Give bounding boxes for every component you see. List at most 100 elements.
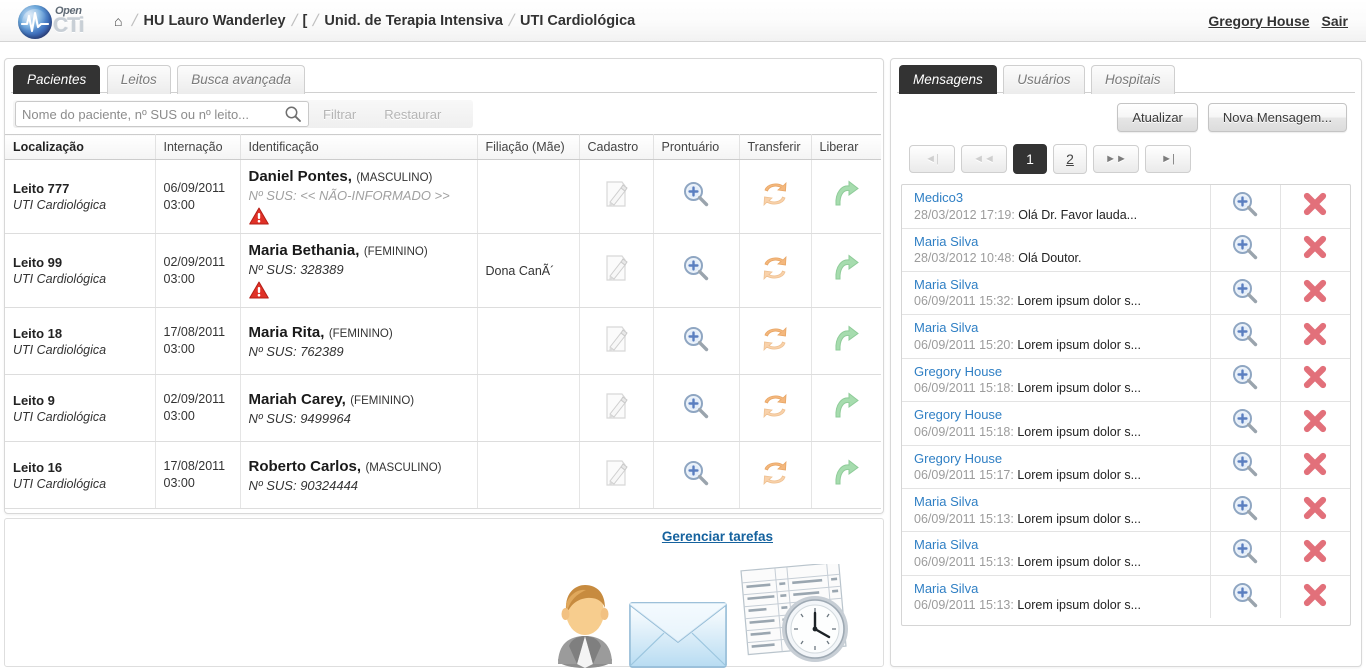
edit-icon[interactable] bbox=[601, 253, 631, 283]
delete-message-button[interactable] bbox=[1301, 190, 1329, 218]
restore-button[interactable]: Restaurar bbox=[370, 107, 455, 122]
tab-busca-avancada[interactable]: Busca avançada bbox=[177, 65, 306, 94]
release-icon[interactable] bbox=[831, 179, 861, 209]
message-view-cell[interactable] bbox=[1209, 271, 1280, 316]
view-message-button[interactable] bbox=[1231, 190, 1259, 218]
list-item[interactable]: Maria Silva 28/03/2012 10:48: Olá Doutor… bbox=[902, 228, 1350, 272]
cell-liberar[interactable] bbox=[811, 159, 881, 234]
list-item[interactable]: Gregory House 06/09/2011 15:18: Lorem ip… bbox=[902, 401, 1350, 446]
message-view-cell[interactable] bbox=[1209, 445, 1280, 490]
message-delete-cell[interactable] bbox=[1279, 401, 1350, 446]
zoom-in-icon[interactable] bbox=[1231, 407, 1259, 435]
transfer-patient-button[interactable] bbox=[760, 253, 790, 283]
message-view-cell[interactable] bbox=[1209, 185, 1280, 229]
zoom-in-icon[interactable] bbox=[1231, 320, 1259, 348]
tab-leitos[interactable]: Leitos bbox=[106, 65, 171, 94]
release-icon[interactable] bbox=[831, 458, 861, 488]
message-view-cell[interactable] bbox=[1209, 401, 1280, 446]
view-message-button[interactable] bbox=[1231, 363, 1259, 391]
view-record-button[interactable] bbox=[682, 325, 710, 353]
refresh-button[interactable]: Atualizar bbox=[1117, 103, 1198, 132]
delete-message-button[interactable] bbox=[1301, 233, 1329, 261]
zoom-in-icon[interactable] bbox=[682, 392, 710, 420]
zoom-in-icon[interactable] bbox=[1231, 363, 1259, 391]
transfer-icon[interactable] bbox=[760, 179, 790, 209]
edit-registration-button[interactable] bbox=[601, 324, 631, 354]
release-icon[interactable] bbox=[831, 324, 861, 354]
view-record-button[interactable] bbox=[682, 254, 710, 282]
message-delete-cell[interactable] bbox=[1279, 185, 1350, 229]
release-patient-button[interactable] bbox=[831, 391, 861, 421]
message-delete-cell[interactable] bbox=[1279, 445, 1350, 490]
list-item[interactable]: Gregory House 06/09/2011 15:17: Lorem ip… bbox=[902, 445, 1350, 490]
view-message-button[interactable] bbox=[1231, 277, 1259, 305]
view-record-button[interactable] bbox=[682, 392, 710, 420]
breadcrumb-item-sector[interactable]: UTI Cardiológica bbox=[520, 13, 635, 29]
transfer-patient-button[interactable] bbox=[760, 458, 790, 488]
delete-message-button[interactable] bbox=[1301, 581, 1329, 609]
cell-cadastro[interactable] bbox=[579, 307, 654, 375]
pager-last-button[interactable]: ►| bbox=[1145, 145, 1191, 173]
cell-transferir[interactable] bbox=[739, 374, 812, 442]
view-message-button[interactable] bbox=[1231, 407, 1259, 435]
cell-cadastro[interactable] bbox=[579, 374, 654, 442]
transfer-patient-button[interactable] bbox=[760, 324, 790, 354]
message-view-cell[interactable] bbox=[1209, 314, 1280, 359]
message-delete-cell[interactable] bbox=[1279, 228, 1350, 272]
edit-icon[interactable] bbox=[601, 179, 631, 209]
tab-pacientes[interactable]: Pacientes bbox=[13, 65, 101, 94]
list-item[interactable]: Maria Silva 06/09/2011 15:20: Lorem ipsu… bbox=[902, 314, 1350, 359]
list-item[interactable]: Maria Silva 06/09/2011 15:32: Lorem ipsu… bbox=[902, 271, 1350, 316]
search-icon[interactable] bbox=[284, 105, 302, 123]
message-view-cell[interactable] bbox=[1209, 488, 1280, 533]
new-message-button[interactable]: Nova Mensagem... bbox=[1207, 103, 1347, 132]
message-view-cell[interactable] bbox=[1209, 531, 1280, 576]
delete-message-button[interactable] bbox=[1301, 277, 1329, 305]
delete-icon[interactable] bbox=[1301, 190, 1329, 218]
view-message-button[interactable] bbox=[1231, 494, 1259, 522]
zoom-in-icon[interactable] bbox=[1231, 233, 1259, 261]
message-sender[interactable]: Medico3 bbox=[914, 189, 1210, 207]
release-patient-button[interactable] bbox=[831, 324, 861, 354]
message-delete-cell[interactable] bbox=[1279, 314, 1350, 359]
edit-registration-button[interactable] bbox=[601, 458, 631, 488]
message-view-cell[interactable] bbox=[1209, 575, 1280, 619]
zoom-in-icon[interactable] bbox=[682, 459, 710, 487]
delete-message-button[interactable] bbox=[1301, 363, 1329, 391]
pager-page-2[interactable]: 2 bbox=[1053, 144, 1087, 174]
delete-icon[interactable] bbox=[1301, 407, 1329, 435]
view-message-button[interactable] bbox=[1231, 581, 1259, 609]
delete-message-button[interactable] bbox=[1301, 407, 1329, 435]
zoom-in-icon[interactable] bbox=[1231, 537, 1259, 565]
release-icon[interactable] bbox=[831, 391, 861, 421]
cell-transferir[interactable] bbox=[739, 233, 812, 308]
breadcrumb-item-hospital[interactable]: HU Lauro Wanderley bbox=[143, 13, 285, 29]
pager-page-1[interactable]: 1 bbox=[1013, 144, 1047, 174]
zoom-in-icon[interactable] bbox=[682, 254, 710, 282]
edit-icon[interactable] bbox=[601, 391, 631, 421]
message-delete-cell[interactable] bbox=[1279, 575, 1350, 619]
cell-prontuario[interactable] bbox=[653, 307, 740, 375]
delete-icon[interactable] bbox=[1301, 537, 1329, 565]
delete-icon[interactable] bbox=[1301, 581, 1329, 609]
message-delete-cell[interactable] bbox=[1279, 358, 1350, 403]
message-sender[interactable]: Maria Silva bbox=[914, 233, 1210, 251]
transfer-icon[interactable] bbox=[760, 253, 790, 283]
view-record-button[interactable] bbox=[682, 180, 710, 208]
zoom-in-icon[interactable] bbox=[1231, 190, 1259, 218]
cell-liberar[interactable] bbox=[811, 233, 881, 308]
cell-cadastro[interactable] bbox=[579, 233, 654, 308]
current-user-link[interactable]: Gregory House bbox=[1208, 13, 1309, 29]
edit-registration-button[interactable] bbox=[601, 179, 631, 209]
message-view-cell[interactable] bbox=[1209, 228, 1280, 272]
message-delete-cell[interactable] bbox=[1279, 271, 1350, 316]
delete-icon[interactable] bbox=[1301, 450, 1329, 478]
list-item[interactable]: Maria Silva 06/09/2011 15:13: Lorem ipsu… bbox=[902, 575, 1350, 619]
view-record-button[interactable] bbox=[682, 459, 710, 487]
manage-tasks-link[interactable]: Gerenciar tarefas bbox=[662, 529, 773, 544]
message-sender[interactable]: Maria Silva bbox=[914, 493, 1210, 511]
table-row[interactable]: Leito 777 UTI Cardiológica 06/09/2011 03… bbox=[5, 159, 881, 234]
pager-next-button[interactable]: ►► bbox=[1093, 145, 1139, 173]
message-delete-cell[interactable] bbox=[1279, 531, 1350, 576]
edit-registration-button[interactable] bbox=[601, 253, 631, 283]
